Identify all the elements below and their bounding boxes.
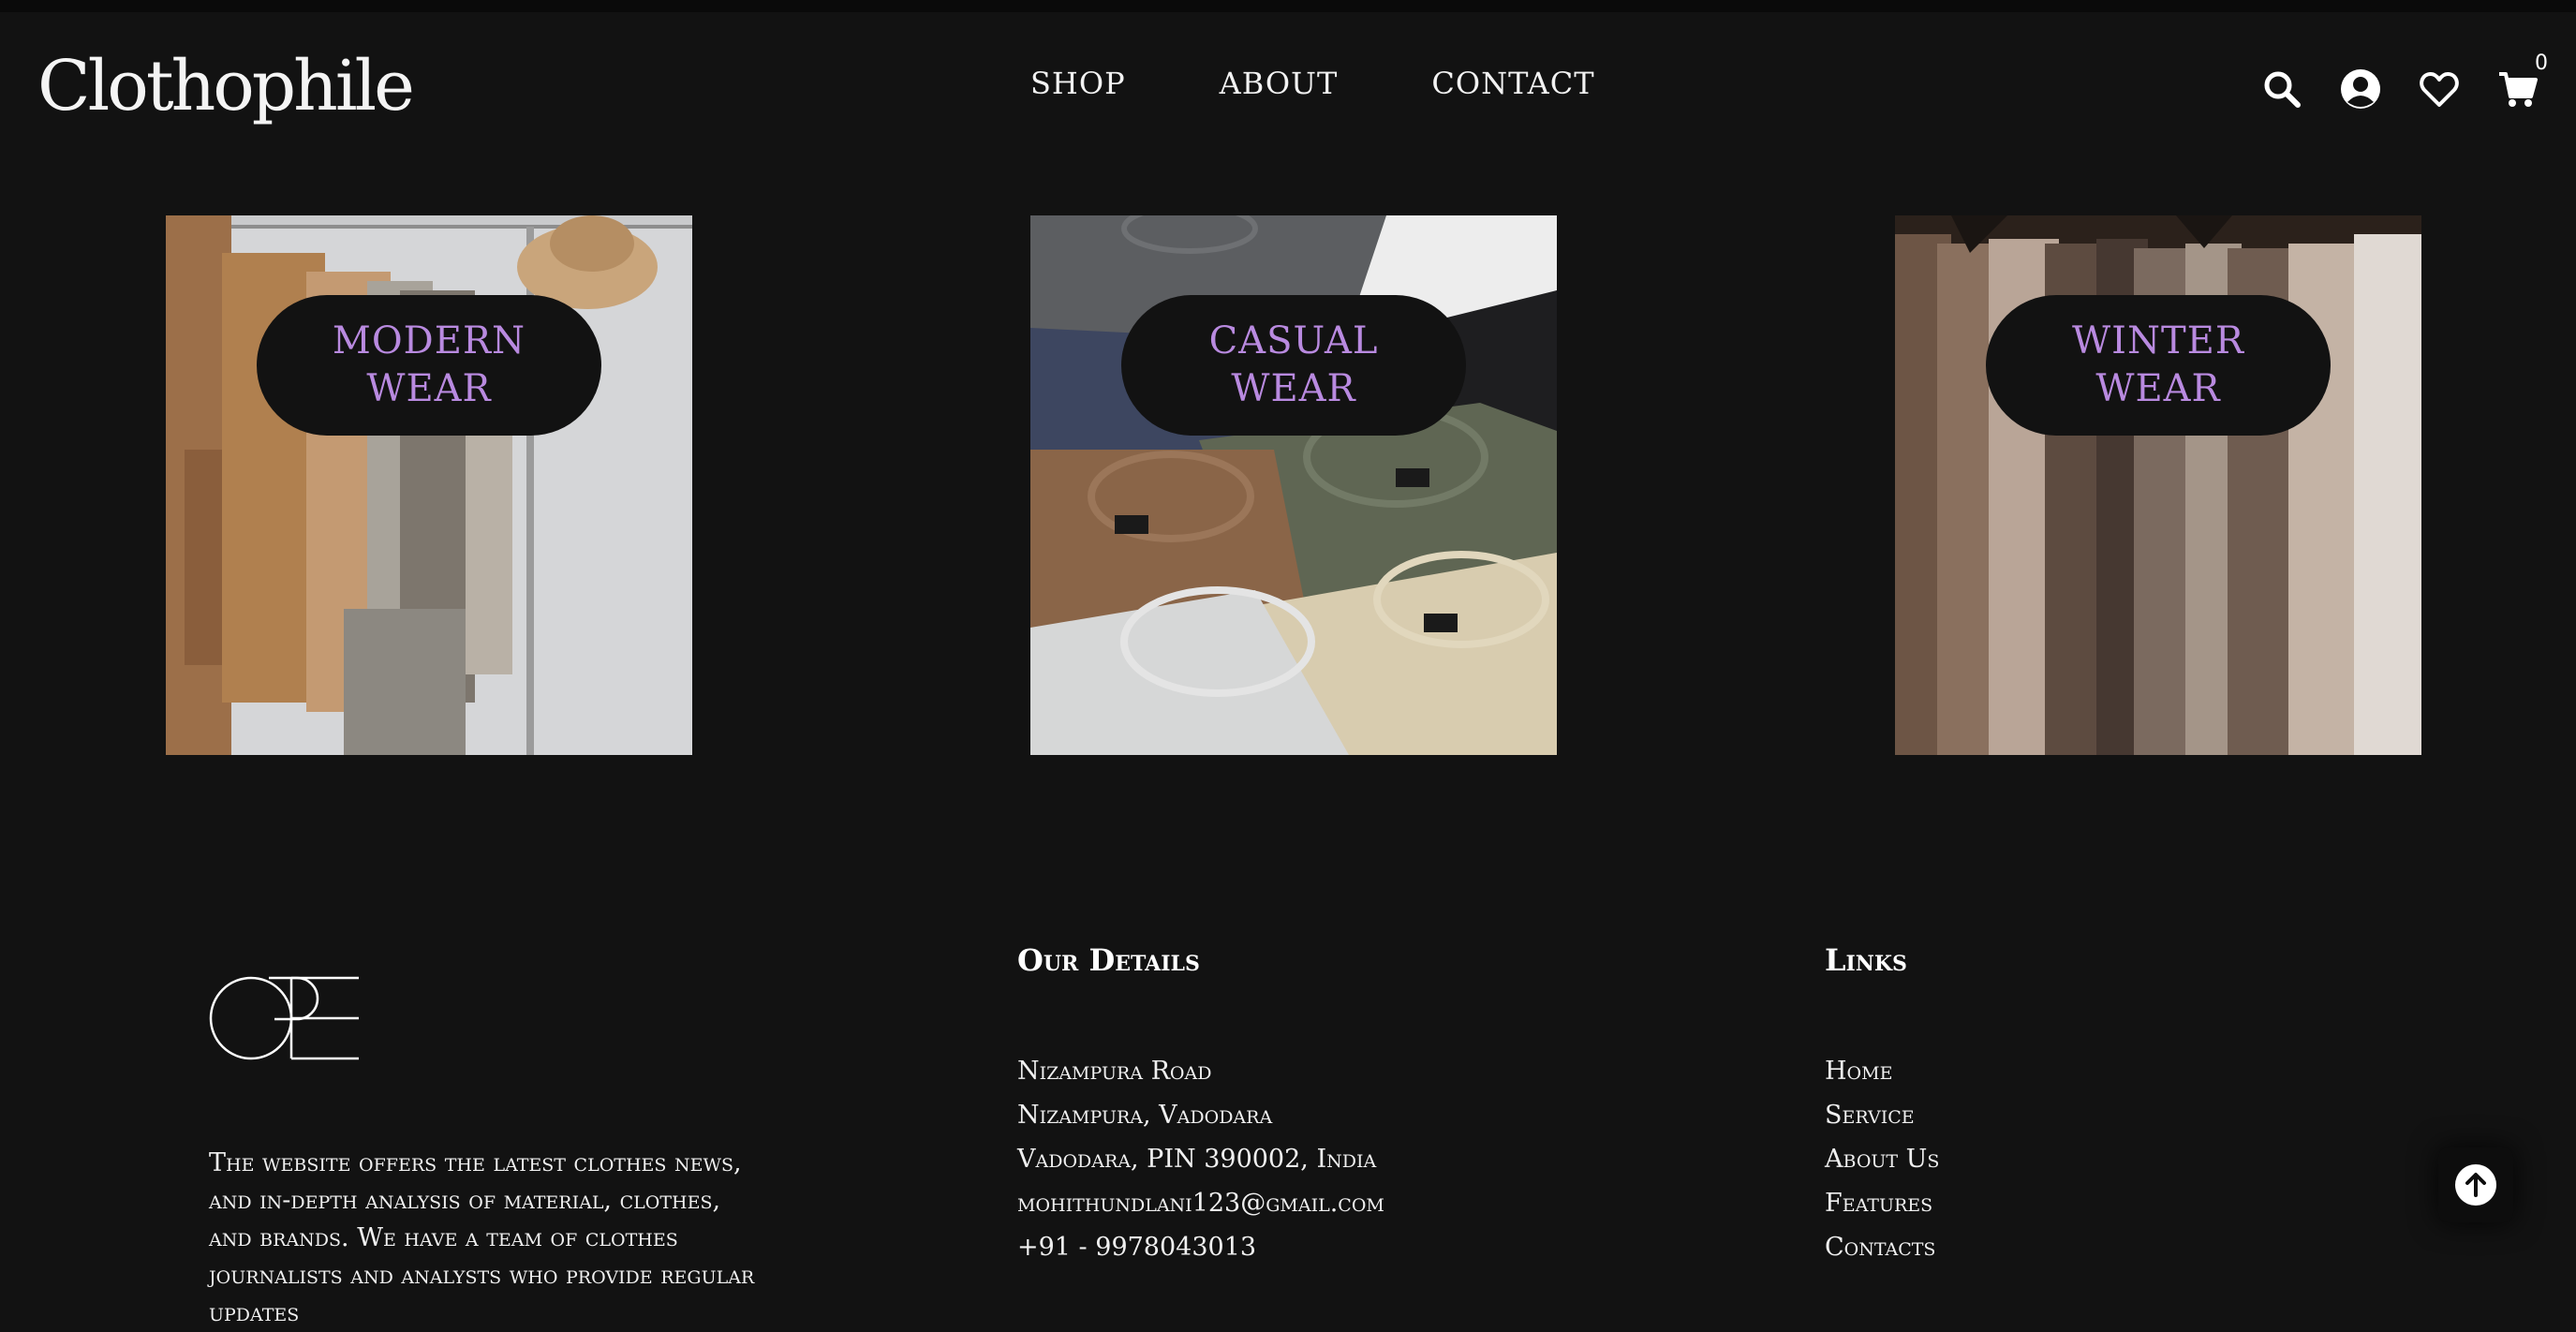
site-logo[interactable]: Clothophile [37,44,415,128]
category-label-pill[interactable]: MODERN WEAR [257,295,601,436]
category-card-winter-wear[interactable]: WINTER WEAR [1895,215,2421,755]
footer-about-text: The website offers the latest clothes ne… [209,1148,755,1327]
detail-phone[interactable]: +91 - 9978043013 [1017,1225,1384,1269]
detail-line: Nizampura Road [1017,1057,1212,1086]
cart-icon[interactable]: 0 [2497,52,2548,110]
category-label: CASUAL WEAR [1208,319,1379,410]
category-label-pill[interactable]: WINTER WEAR [1986,295,2331,436]
category-label: MODERN WEAR [332,319,526,410]
footer-details: Our Details Nizampura Road Nizampura, Va… [1017,937,1384,1262]
detail-email[interactable]: mohithundlani123@gmail.com [1017,1181,1384,1225]
footer-link-features[interactable]: Features [1825,1181,1939,1225]
nav-contact[interactable]: CONTACT [1431,65,1594,102]
arrow-up-icon [2455,1164,2496,1206]
nav-about[interactable]: ABOUT [1220,65,1339,102]
footer-details-title: Our Details [1017,942,1200,978]
footer-links: Links Home Service About Us Features Con… [1825,937,1939,1262]
footer-details-list: Nizampura Road Nizampura, Vadodara Vadod… [1017,1049,1384,1269]
footer-logo-icon [209,976,359,1060]
footer-link-home[interactable]: Home [1825,1049,1939,1093]
main-nav: SHOP ABOUT CONTACT [1030,65,1595,102]
footer-links-title: Links [1825,942,1907,978]
category-card-casual-wear[interactable]: CASUAL WEAR [1030,215,1557,755]
footer-link-about-us[interactable]: About Us [1825,1137,1939,1181]
site-header: Clothophile SHOP ABOUT CONTACT 0 [0,12,2576,153]
footer-links-list: Home Service About Us Features Contacts [1825,1049,1939,1269]
detail-line: Nizampura, Vadodara [1017,1101,1273,1130]
category-card-modern-wear[interactable]: MODERN WEAR [166,215,692,755]
footer-link-contacts[interactable]: Contacts [1825,1225,1939,1269]
scroll-to-top-button[interactable] [2438,1147,2513,1222]
top-strip [0,0,2576,12]
nav-shop[interactable]: SHOP [1030,65,1126,102]
header-icons: 0 [2261,52,2548,110]
category-label-pill[interactable]: CASUAL WEAR [1121,295,1466,436]
cart-count: 0 [2535,52,2548,75]
heart-icon[interactable] [2419,68,2460,110]
detail-line: Vadodara, PIN 390002, India [1017,1145,1377,1174]
user-icon[interactable] [2340,68,2381,110]
footer-link-service[interactable]: Service [1825,1093,1939,1137]
category-label: WINTER WEAR [2072,319,2244,410]
search-icon[interactable] [2261,68,2302,110]
